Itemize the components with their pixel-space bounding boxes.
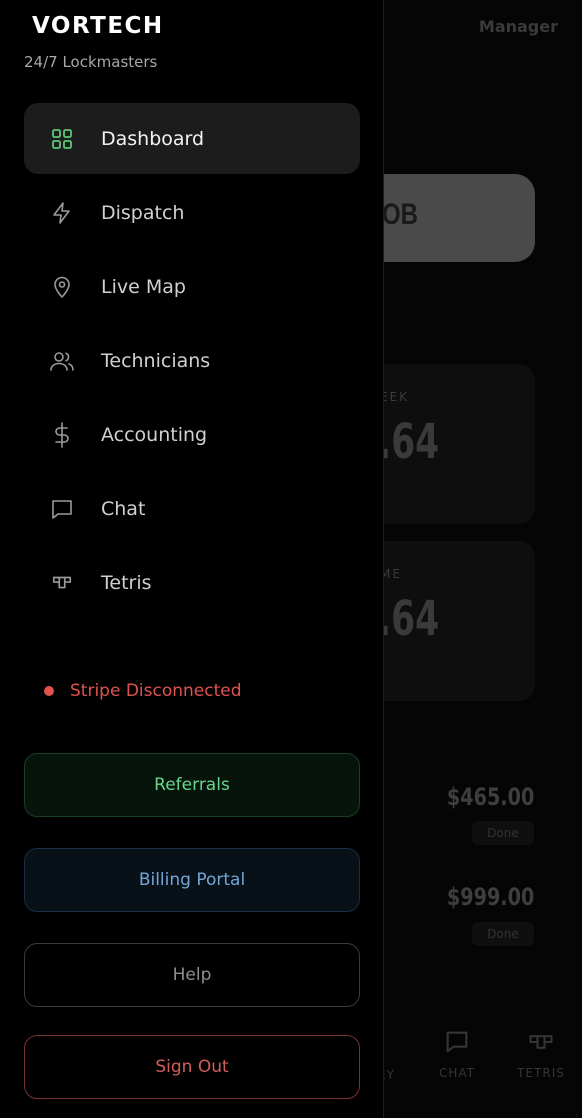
status-badge: Done [472, 821, 534, 845]
brand-logo: VORTECH [32, 13, 164, 39]
nav-item-label: Dashboard [101, 127, 205, 150]
nav-item-chat[interactable]: Chat [24, 473, 360, 544]
bottom-nav-chat[interactable]: CHAT [430, 1028, 484, 1080]
dollar-icon [49, 421, 75, 448]
nav-item-dashboard[interactable]: Dashboard [24, 103, 360, 174]
nav-item-accounting[interactable]: Accounting [24, 399, 360, 470]
nav-item-technicians[interactable]: Technicians [24, 325, 360, 396]
billing-portal-button[interactable]: Billing Portal [24, 848, 360, 912]
help-button[interactable]: Help [24, 943, 360, 1007]
brand-tagline: 24/7 Lockmasters [24, 53, 158, 71]
referrals-button[interactable]: Referrals [24, 753, 360, 817]
nav-item-dispatch[interactable]: Dispatch [24, 177, 360, 248]
job-amount: $999.00 [446, 883, 534, 911]
nav-item-label: Accounting [101, 423, 208, 446]
nav-item-tetris[interactable]: Tetris [24, 547, 360, 618]
chat-bubble-icon [446, 1031, 468, 1053]
grid-icon [49, 126, 75, 152]
tetris-icon [49, 570, 75, 596]
stat-card-label: EEK [380, 390, 410, 404]
stripe-status[interactable]: Stripe Disconnected [44, 681, 242, 701]
nav-item-label: Tetris [101, 571, 152, 594]
nav-item-label: Dispatch [101, 201, 185, 224]
bottom-nav-tetris[interactable]: TETRIS [512, 1028, 570, 1080]
status-dot-icon [44, 686, 54, 696]
new-job-button-label: OB [382, 198, 418, 231]
users-icon [49, 348, 75, 374]
job-amount: $465.00 [446, 783, 534, 811]
stripe-status-text: Stripe Disconnected [70, 681, 242, 701]
nav-item-label: Live Map [101, 275, 186, 298]
nav-item-label: Technicians [101, 349, 211, 372]
stat-card-value: .64 [378, 414, 440, 470]
bottom-nav-tetris-label: TETRIS [517, 1066, 565, 1080]
status-badge: Done [472, 922, 534, 946]
bolt-icon [49, 200, 75, 226]
chat-bubble-icon [49, 496, 75, 522]
side-drawer: VORTECH 24/7 Lockmasters Dashboard Dispa… [0, 0, 384, 1118]
map-pin-icon [49, 274, 75, 300]
tetris-icon [529, 1035, 553, 1049]
sign-out-button[interactable]: Sign Out [24, 1035, 360, 1099]
role-label: Manager [478, 17, 558, 36]
nav-item-label: Chat [101, 497, 146, 520]
nav-item-live-map[interactable]: Live Map [24, 251, 360, 322]
stat-card-value: .64 [378, 591, 440, 647]
bottom-nav-chat-label: CHAT [438, 1066, 475, 1080]
